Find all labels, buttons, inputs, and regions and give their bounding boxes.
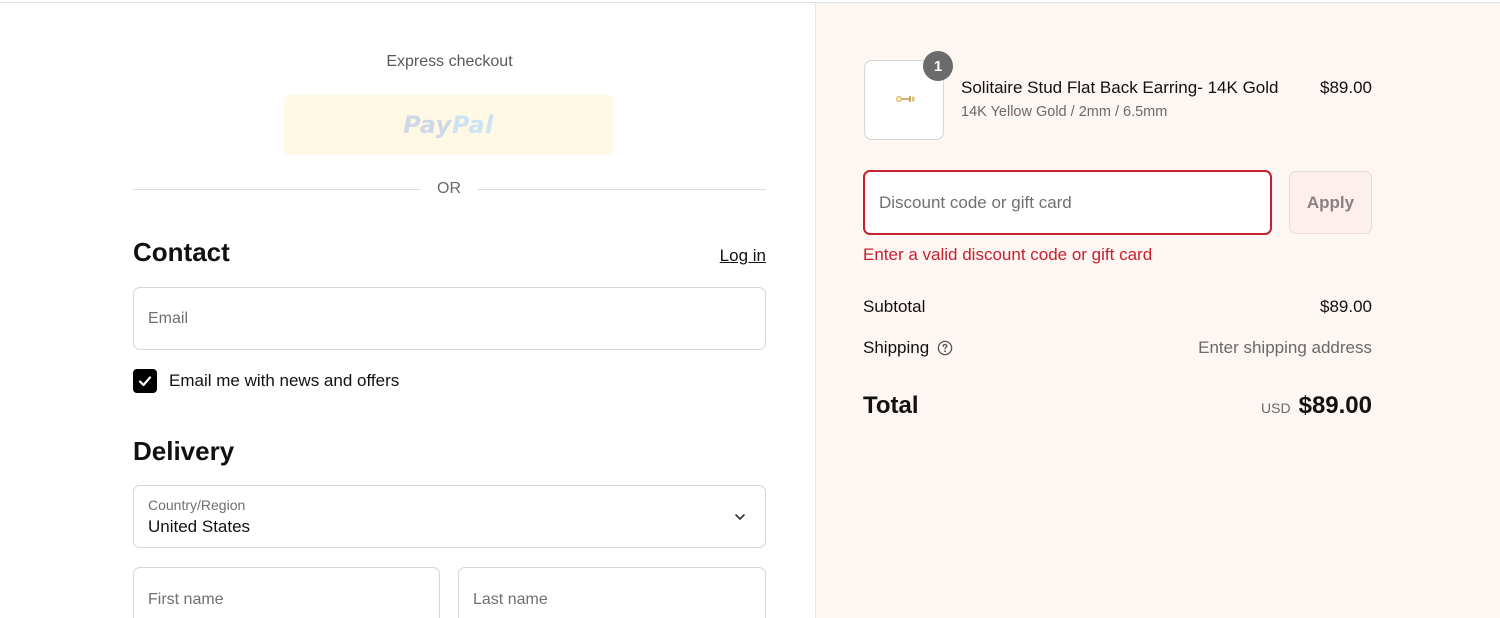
- or-divider: OR: [133, 180, 766, 200]
- divider-line-right: [478, 189, 766, 190]
- discount-code-input[interactable]: [863, 170, 1272, 235]
- subtotal-row: Subtotal $89.00: [863, 297, 1372, 319]
- checkmark-icon: [138, 376, 152, 387]
- shipping-value: Enter shipping address: [1198, 338, 1372, 357]
- product-price: $89.00: [1320, 78, 1372, 97]
- paypal-logo-pay: Pay: [403, 111, 452, 139]
- contact-heading: Contact: [133, 237, 230, 267]
- first-name-placeholder: First name: [148, 591, 224, 608]
- newsletter-option[interactable]: Email me with news and offers: [133, 369, 399, 393]
- total-value-group: USD $89.00: [1261, 392, 1372, 420]
- total-label: Total: [863, 392, 919, 419]
- newsletter-checkbox[interactable]: [133, 369, 157, 393]
- or-label: OR: [437, 180, 461, 197]
- divider-line-left: [133, 189, 420, 190]
- paypal-button[interactable]: Pay Pal: [284, 95, 613, 155]
- last-name-placeholder: Last name: [473, 591, 548, 608]
- email-placeholder: Email: [148, 310, 189, 327]
- apply-discount-button[interactable]: Apply: [1289, 171, 1372, 234]
- country-select[interactable]: Country/Region United States: [133, 485, 766, 548]
- currency-code: USD: [1261, 400, 1291, 416]
- total-row: Total USD $89.00: [863, 392, 1372, 424]
- total-amount: $89.00: [1298, 392, 1372, 419]
- shipping-row: Shipping Enter shipping address: [863, 338, 1372, 360]
- express-checkout-title: Express checkout: [386, 53, 513, 70]
- quantity-badge: 1: [923, 51, 953, 81]
- country-label: Country/Region: [148, 497, 246, 513]
- discount-error-message: Enter a valid discount code or gift card: [863, 245, 1153, 264]
- newsletter-label: Email me with news and offers: [169, 371, 400, 390]
- first-name-field[interactable]: First name: [133, 567, 440, 618]
- delivery-heading: Delivery: [133, 436, 235, 466]
- login-link[interactable]: Log in: [700, 246, 766, 266]
- question-circle-icon[interactable]: [937, 340, 953, 356]
- product-variant: 14K Yellow Gold / 2mm / 6.5mm: [961, 104, 1168, 120]
- subtotal-label: Subtotal: [863, 297, 926, 316]
- country-value: United States: [148, 517, 251, 536]
- subtotal-value: $89.00: [1320, 297, 1372, 316]
- paypal-logo-pal: Pal: [451, 111, 494, 139]
- chevron-down-icon: [735, 514, 745, 520]
- email-field[interactable]: Email: [133, 287, 766, 350]
- shipping-label-group: Shipping: [863, 338, 953, 358]
- shipping-label: Shipping: [863, 338, 930, 357]
- last-name-field[interactable]: Last name: [458, 567, 766, 618]
- product-name: Solitaire Stud Flat Back Earring- 14K Go…: [961, 78, 1279, 97]
